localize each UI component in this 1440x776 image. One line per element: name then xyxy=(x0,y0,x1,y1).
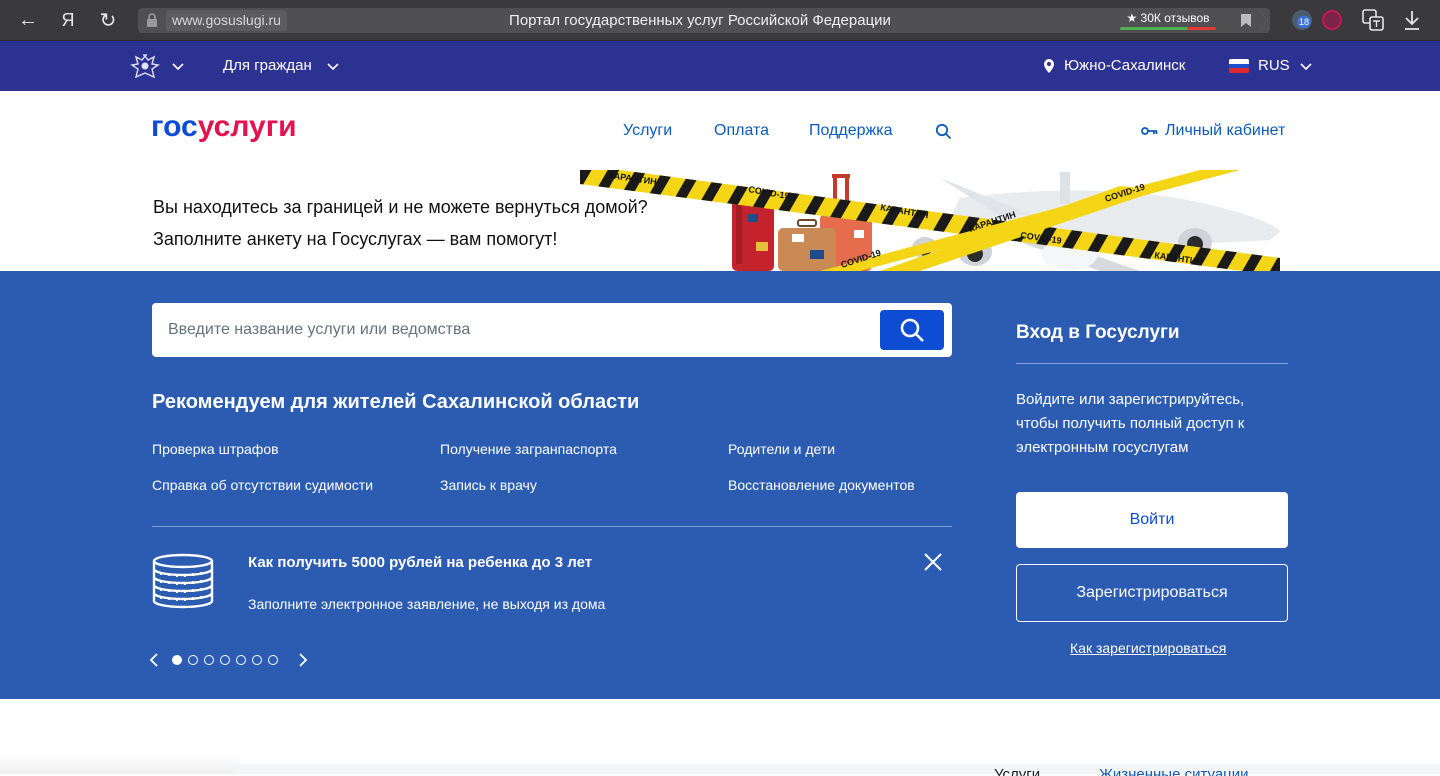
personal-account-link[interactable]: Личный кабинет xyxy=(1165,119,1285,143)
login-divider xyxy=(1016,363,1288,364)
separator-chevron-icon xyxy=(1258,8,1268,33)
location-pin-icon xyxy=(1044,59,1054,73)
recommend-title: Рекомендуем для жителей Сахалинской обла… xyxy=(152,391,640,413)
promo-title[interactable]: Как получить 5000 рублей на ребенка до 3… xyxy=(248,552,592,574)
city-selector[interactable]: Южно-Сахалинск xyxy=(1064,41,1185,91)
quarantine-banner-image[interactable]: КАРАНТИН COVID-19 КАРАНТИН КАРАНТИН COVI… xyxy=(580,170,1280,271)
language-selector[interactable]: RUS xyxy=(1258,41,1290,91)
reco-link-fines[interactable]: Проверка штрафов xyxy=(152,439,279,459)
reco-link-passport[interactable]: Получение загранпаспорта xyxy=(440,439,617,459)
translate-icon[interactable] xyxy=(1362,9,1384,31)
gosuslugi-logo[interactable]: госуслуги xyxy=(151,109,297,145)
how-to-register-link[interactable]: Как зарегистрироваться xyxy=(1070,638,1226,658)
tab-title: Портал государственных услуг Российской … xyxy=(509,12,891,29)
banner-line-2[interactable]: Заполните анкету на Госуслугах — вам пом… xyxy=(153,226,557,252)
register-button[interactable]: Зарегистрироваться xyxy=(1016,564,1288,622)
reco-link-criminal-record[interactable]: Справка об отсутствии судимости xyxy=(152,475,373,495)
bookmark-icon[interactable] xyxy=(1240,13,1252,28)
carousel-dot-3[interactable] xyxy=(204,655,214,665)
lock-icon xyxy=(147,13,157,27)
browser-toolbar: ← Я ↻ www.gosuslugi.ru Портал государств… xyxy=(0,0,1440,41)
yandex-button[interactable]: Я xyxy=(48,0,88,41)
yandex-icon: Я xyxy=(61,10,75,30)
arrow-right-icon[interactable] xyxy=(296,652,310,668)
nav-payment[interactable]: Оплата xyxy=(714,119,769,143)
carousel-dot-7[interactable] xyxy=(268,655,278,665)
top-strip xyxy=(0,41,1440,91)
reco-link-documents[interactable]: Восстановление документов xyxy=(728,475,915,495)
coins-icon xyxy=(152,553,214,609)
emblem-icon[interactable] xyxy=(130,53,160,81)
nav-services[interactable]: Услуги xyxy=(623,119,672,143)
reviews-rating-bar xyxy=(1120,27,1216,30)
carousel-dot-2[interactable] xyxy=(188,655,198,665)
search-button[interactable] xyxy=(880,310,944,350)
nav-support[interactable]: Поддержка xyxy=(809,119,892,143)
logo-part-uslugi: услуги xyxy=(197,110,297,143)
audience-chevron-down-icon[interactable] xyxy=(327,63,339,71)
login-title: Вход в Госуслуги xyxy=(1016,322,1180,343)
language-chevron-down-icon[interactable] xyxy=(1300,63,1312,71)
bottom-shadow xyxy=(0,752,240,774)
search-icon xyxy=(900,318,924,342)
logo-part-gos: гос xyxy=(151,110,198,143)
flag-icon xyxy=(1229,59,1249,73)
download-icon[interactable] xyxy=(1403,10,1421,31)
extension-icon[interactable]: 18 xyxy=(1292,10,1312,30)
banner-line-1[interactable]: Вы находитесь за границей и не можете ве… xyxy=(153,194,648,220)
close-icon[interactable] xyxy=(923,552,943,572)
reco-link-parents[interactable]: Родители и дети xyxy=(728,439,835,459)
carousel-dot-4[interactable] xyxy=(220,655,230,665)
carousel-dots xyxy=(172,655,278,665)
banner-illustration: КАРАНТИН COVID-19 КАРАНТИН КАРАНТИН COVI… xyxy=(580,170,1280,271)
header-search-icon[interactable] xyxy=(935,123,952,140)
login-description: Войдите или зарегистрируйтесь, чтобы пол… xyxy=(1016,391,1245,456)
chevron-down-icon[interactable] xyxy=(172,63,184,71)
extension-badge: 18 xyxy=(1297,16,1312,28)
reco-link-doctor[interactable]: Запись к врачу xyxy=(440,475,537,495)
key-icon xyxy=(1141,127,1158,135)
bottom-section xyxy=(234,764,1440,774)
carousel-dot-6[interactable] xyxy=(252,655,262,665)
login-button[interactable]: Войти xyxy=(1016,492,1288,548)
carousel-dot-1[interactable] xyxy=(172,655,182,665)
url-text[interactable]: www.gosuslugi.ru xyxy=(166,10,287,31)
section-divider xyxy=(152,526,952,527)
search-input[interactable] xyxy=(168,303,868,357)
reload-button[interactable]: ↻ xyxy=(88,0,128,41)
reload-icon: ↻ xyxy=(99,10,117,32)
extension-red-icon[interactable] xyxy=(1322,10,1342,30)
arrow-left-icon[interactable] xyxy=(147,652,161,668)
carousel-dot-5[interactable] xyxy=(236,655,246,665)
back-button[interactable]: ← xyxy=(8,0,48,41)
back-icon: ← xyxy=(18,9,38,31)
promo-subtitle: Заполните электронное заявление, не выхо… xyxy=(248,596,606,612)
audience-selector[interactable]: Для граждан xyxy=(223,41,312,91)
